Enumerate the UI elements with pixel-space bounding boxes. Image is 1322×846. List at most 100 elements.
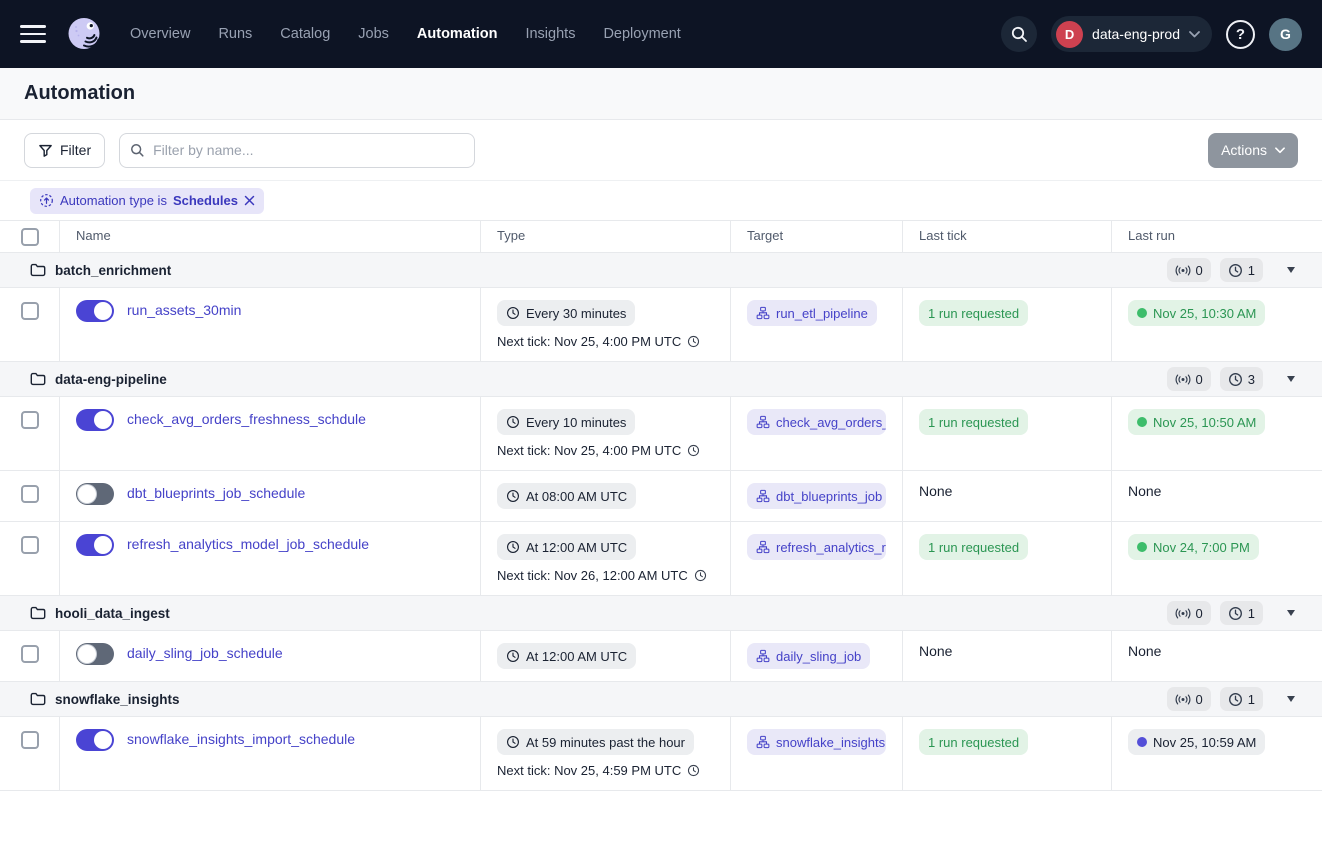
folder-icon: [30, 372, 46, 386]
schedule-toggle[interactable]: [76, 409, 114, 431]
schedule-interval-pill: At 12:00 AM UTC: [497, 534, 636, 560]
actions-button[interactable]: Actions: [1208, 133, 1298, 168]
hamburger-menu-icon[interactable]: [20, 25, 46, 43]
run-in-progress-dot: [1137, 737, 1147, 747]
schedule-name-link[interactable]: run_assets_30min: [127, 302, 241, 318]
clock-icon: [687, 764, 700, 777]
search-button[interactable]: [1001, 16, 1037, 52]
clock-icon: [506, 649, 520, 663]
automation-type-filter-chip[interactable]: Automation type is Schedules: [30, 188, 264, 214]
job-graph-icon: [756, 306, 770, 320]
target-job-pill[interactable]: refresh_analytics_r: [747, 534, 886, 560]
filter-chip-value: Schedules: [173, 193, 238, 208]
schedule-name-link[interactable]: check_avg_orders_freshness_schdule: [127, 411, 366, 427]
group-expand-button[interactable]: [1282, 370, 1300, 388]
target-job-pill[interactable]: run_etl_pipeline: [747, 300, 877, 326]
filter-button[interactable]: Filter: [24, 133, 105, 168]
caret-down-icon: [1287, 267, 1295, 273]
nav-item-runs[interactable]: Runs: [218, 26, 252, 42]
column-header-last-run: Last run: [1112, 221, 1322, 252]
schedule-interval-pill: At 12:00 AM UTC: [497, 643, 636, 669]
nav-item-deployment[interactable]: Deployment: [603, 26, 680, 42]
group-expand-button[interactable]: [1282, 604, 1300, 622]
name-filter-box: [119, 133, 475, 168]
user-avatar[interactable]: G: [1269, 18, 1302, 51]
schedule-toggle[interactable]: [76, 483, 114, 505]
job-graph-icon: [756, 415, 770, 429]
filter-button-label: Filter: [60, 142, 91, 158]
nav-item-catalog[interactable]: Catalog: [280, 26, 330, 42]
clock-icon: [506, 415, 520, 429]
group-name: data-eng-pipeline: [55, 372, 167, 387]
sensor-count-badge: 0: [1167, 601, 1211, 625]
row-checkbox[interactable]: [21, 536, 39, 554]
group-row-snowflake-insights[interactable]: snowflake_insights 0 1: [0, 682, 1322, 717]
schedule-name-link[interactable]: daily_sling_job_schedule: [127, 645, 283, 661]
clock-icon: [506, 540, 520, 554]
dagster-octopus-icon: [64, 14, 104, 54]
table-row: daily_sling_job_schedule At 12:00 AM UTC…: [0, 631, 1322, 682]
chevron-down-icon: [1189, 31, 1200, 38]
nav-item-automation[interactable]: Automation: [417, 26, 498, 42]
schedule-toggle[interactable]: [76, 534, 114, 556]
close-icon[interactable]: [244, 195, 255, 206]
select-all-checkbox[interactable]: [21, 228, 39, 246]
job-graph-icon: [756, 540, 770, 554]
clock-icon: [687, 335, 700, 348]
last-tick-status-pill[interactable]: 1 run requested: [919, 409, 1028, 435]
schedule-name-link[interactable]: snowflake_insights_import_schedule: [127, 731, 355, 747]
last-tick-status-pill[interactable]: 1 run requested: [919, 300, 1028, 326]
last-run-none: None: [1128, 483, 1161, 499]
row-checkbox[interactable]: [21, 411, 39, 429]
row-checkbox[interactable]: [21, 731, 39, 749]
last-run-pill[interactable]: Nov 25, 10:59 AM: [1128, 729, 1265, 755]
last-run-pill[interactable]: Nov 25, 10:30 AM: [1128, 300, 1265, 326]
last-tick-status-pill[interactable]: 1 run requested: [919, 729, 1028, 755]
row-checkbox[interactable]: [21, 485, 39, 503]
schedule-toggle[interactable]: [76, 729, 114, 751]
next-tick: Next tick: Nov 25, 4:00 PM UTC: [497, 443, 714, 458]
schedule-name-link[interactable]: refresh_analytics_model_job_schedule: [127, 536, 369, 552]
search-icon: [1011, 26, 1028, 43]
group-row-batch-enrichment[interactable]: batch_enrichment 0 1: [0, 253, 1322, 288]
row-checkbox[interactable]: [21, 645, 39, 663]
schedule-toggle[interactable]: [76, 300, 114, 322]
sensor-icon: [1175, 608, 1191, 619]
target-job-pill[interactable]: daily_sling_job: [747, 643, 870, 669]
schedule-interval-pill: At 59 minutes past the hour: [497, 729, 694, 755]
group-expand-button[interactable]: [1282, 261, 1300, 279]
caret-down-icon: [1287, 610, 1295, 616]
schedule-interval-pill: Every 10 minutes: [497, 409, 635, 435]
group-row-data-eng-pipeline[interactable]: data-eng-pipeline 0 3: [0, 362, 1322, 397]
schedule-count-badge: 1: [1220, 601, 1263, 625]
clock-icon: [1228, 263, 1243, 278]
job-graph-icon: [756, 489, 770, 503]
group-expand-button[interactable]: [1282, 690, 1300, 708]
group-row-hooli-data-ingest[interactable]: hooli_data_ingest 0 1: [0, 596, 1322, 631]
last-tick-status-pill[interactable]: 1 run requested: [919, 534, 1028, 560]
schedule-count-badge: 1: [1220, 687, 1263, 711]
target-job-pill[interactable]: check_avg_orders_: [747, 409, 886, 435]
nav-item-jobs[interactable]: Jobs: [358, 26, 389, 42]
nav-item-overview[interactable]: Overview: [130, 26, 190, 42]
schedule-toggle[interactable]: [76, 643, 114, 665]
name-filter-input[interactable]: [153, 142, 464, 158]
deployment-avatar: D: [1056, 21, 1083, 48]
target-job-pill[interactable]: snowflake_insights: [747, 729, 886, 755]
schedule-name-link[interactable]: dbt_blueprints_job_schedule: [127, 485, 305, 501]
next-tick: Next tick: Nov 26, 12:00 AM UTC: [497, 568, 714, 583]
deployment-switcher[interactable]: D data-eng-prod: [1051, 16, 1212, 52]
last-run-pill[interactable]: Nov 24, 7:00 PM: [1128, 534, 1259, 560]
dagster-logo[interactable]: [64, 14, 104, 54]
target-job-pill[interactable]: dbt_blueprints_job: [747, 483, 886, 509]
help-button[interactable]: ?: [1226, 20, 1255, 49]
schedule-count-badge: 1: [1220, 258, 1263, 282]
last-run-pill[interactable]: Nov 25, 10:50 AM: [1128, 409, 1265, 435]
row-checkbox[interactable]: [21, 302, 39, 320]
funnel-icon: [38, 143, 53, 158]
nav-item-insights[interactable]: Insights: [525, 26, 575, 42]
caret-down-icon: [1287, 376, 1295, 382]
sensor-icon: [1175, 265, 1191, 276]
column-header-type: Type: [481, 221, 731, 252]
clock-icon: [1228, 606, 1243, 621]
